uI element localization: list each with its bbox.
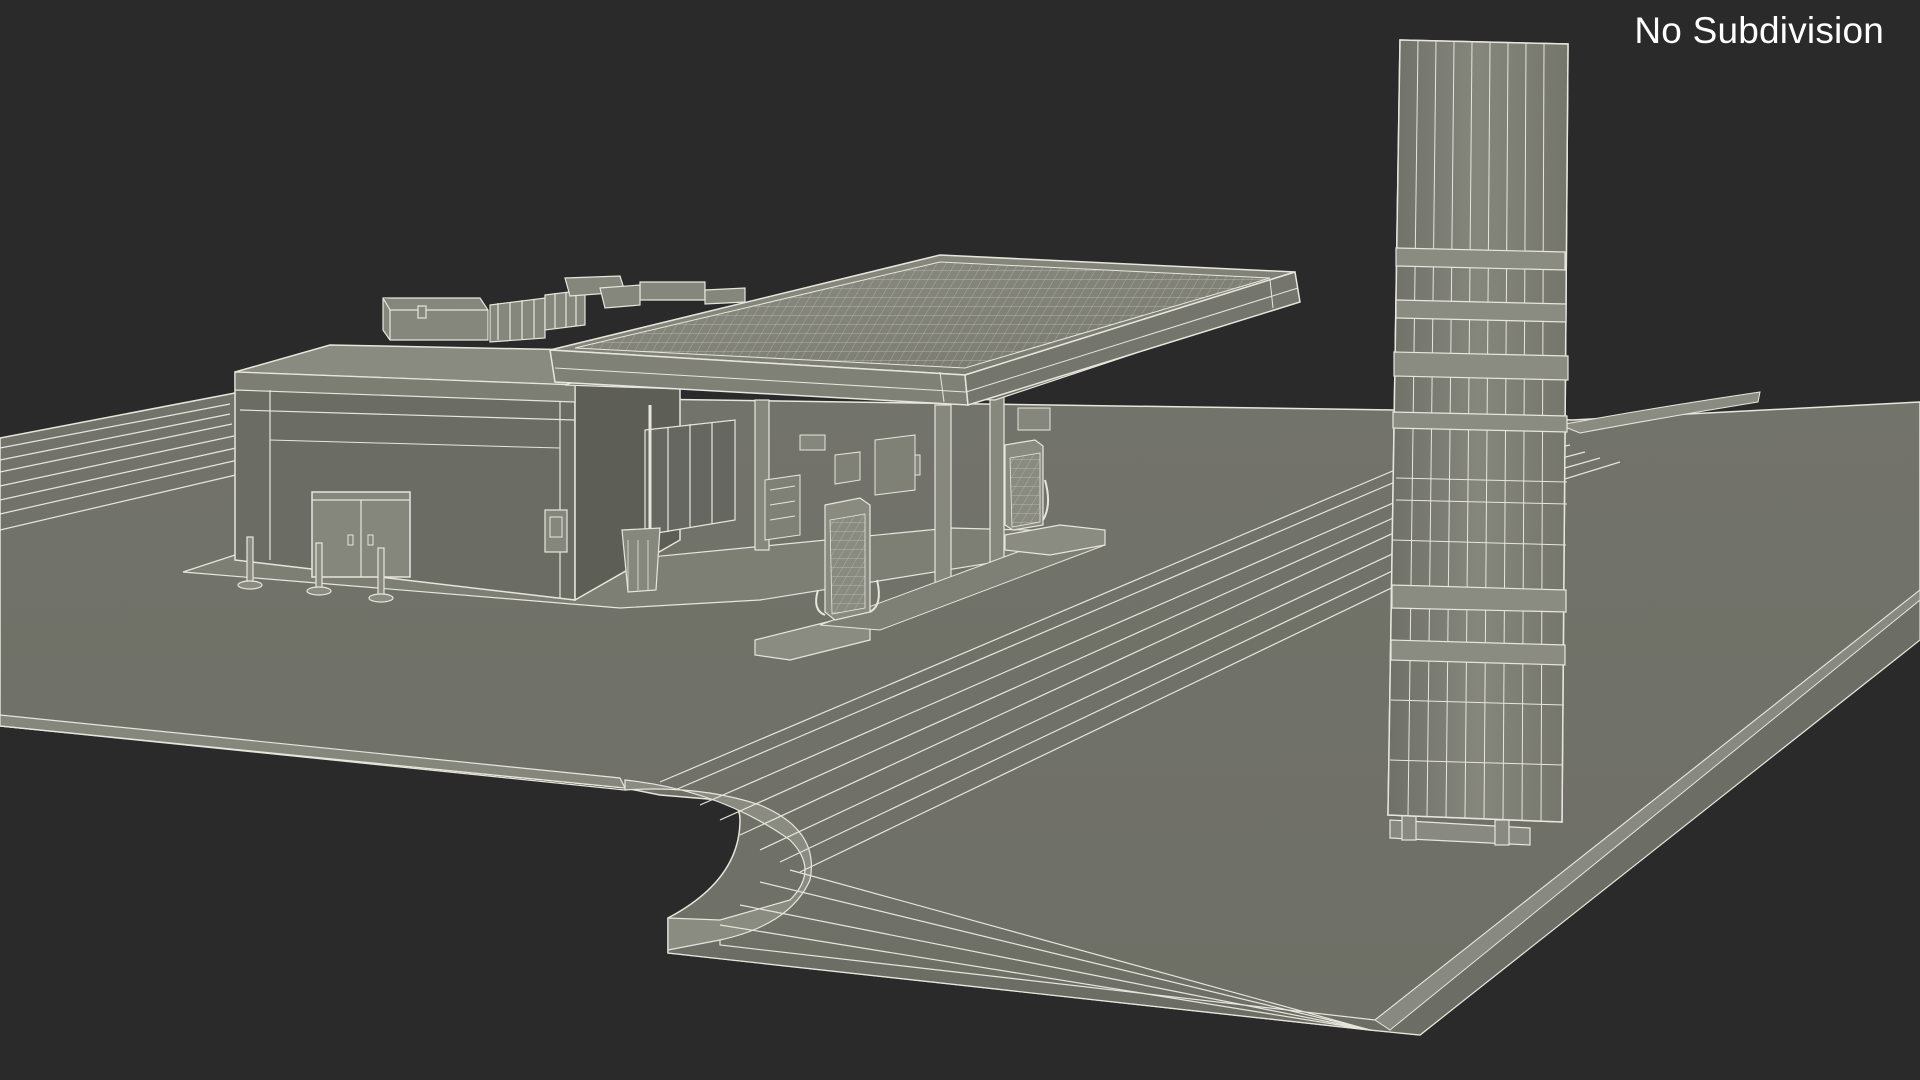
price-pylon-sign: [1387, 39, 1569, 846]
render-viewport: No Subdivision: [0, 0, 1920, 1080]
gas-station-wireframe-render: [0, 39, 1920, 1036]
subdivision-label: No Subdivision: [1634, 10, 1884, 51]
